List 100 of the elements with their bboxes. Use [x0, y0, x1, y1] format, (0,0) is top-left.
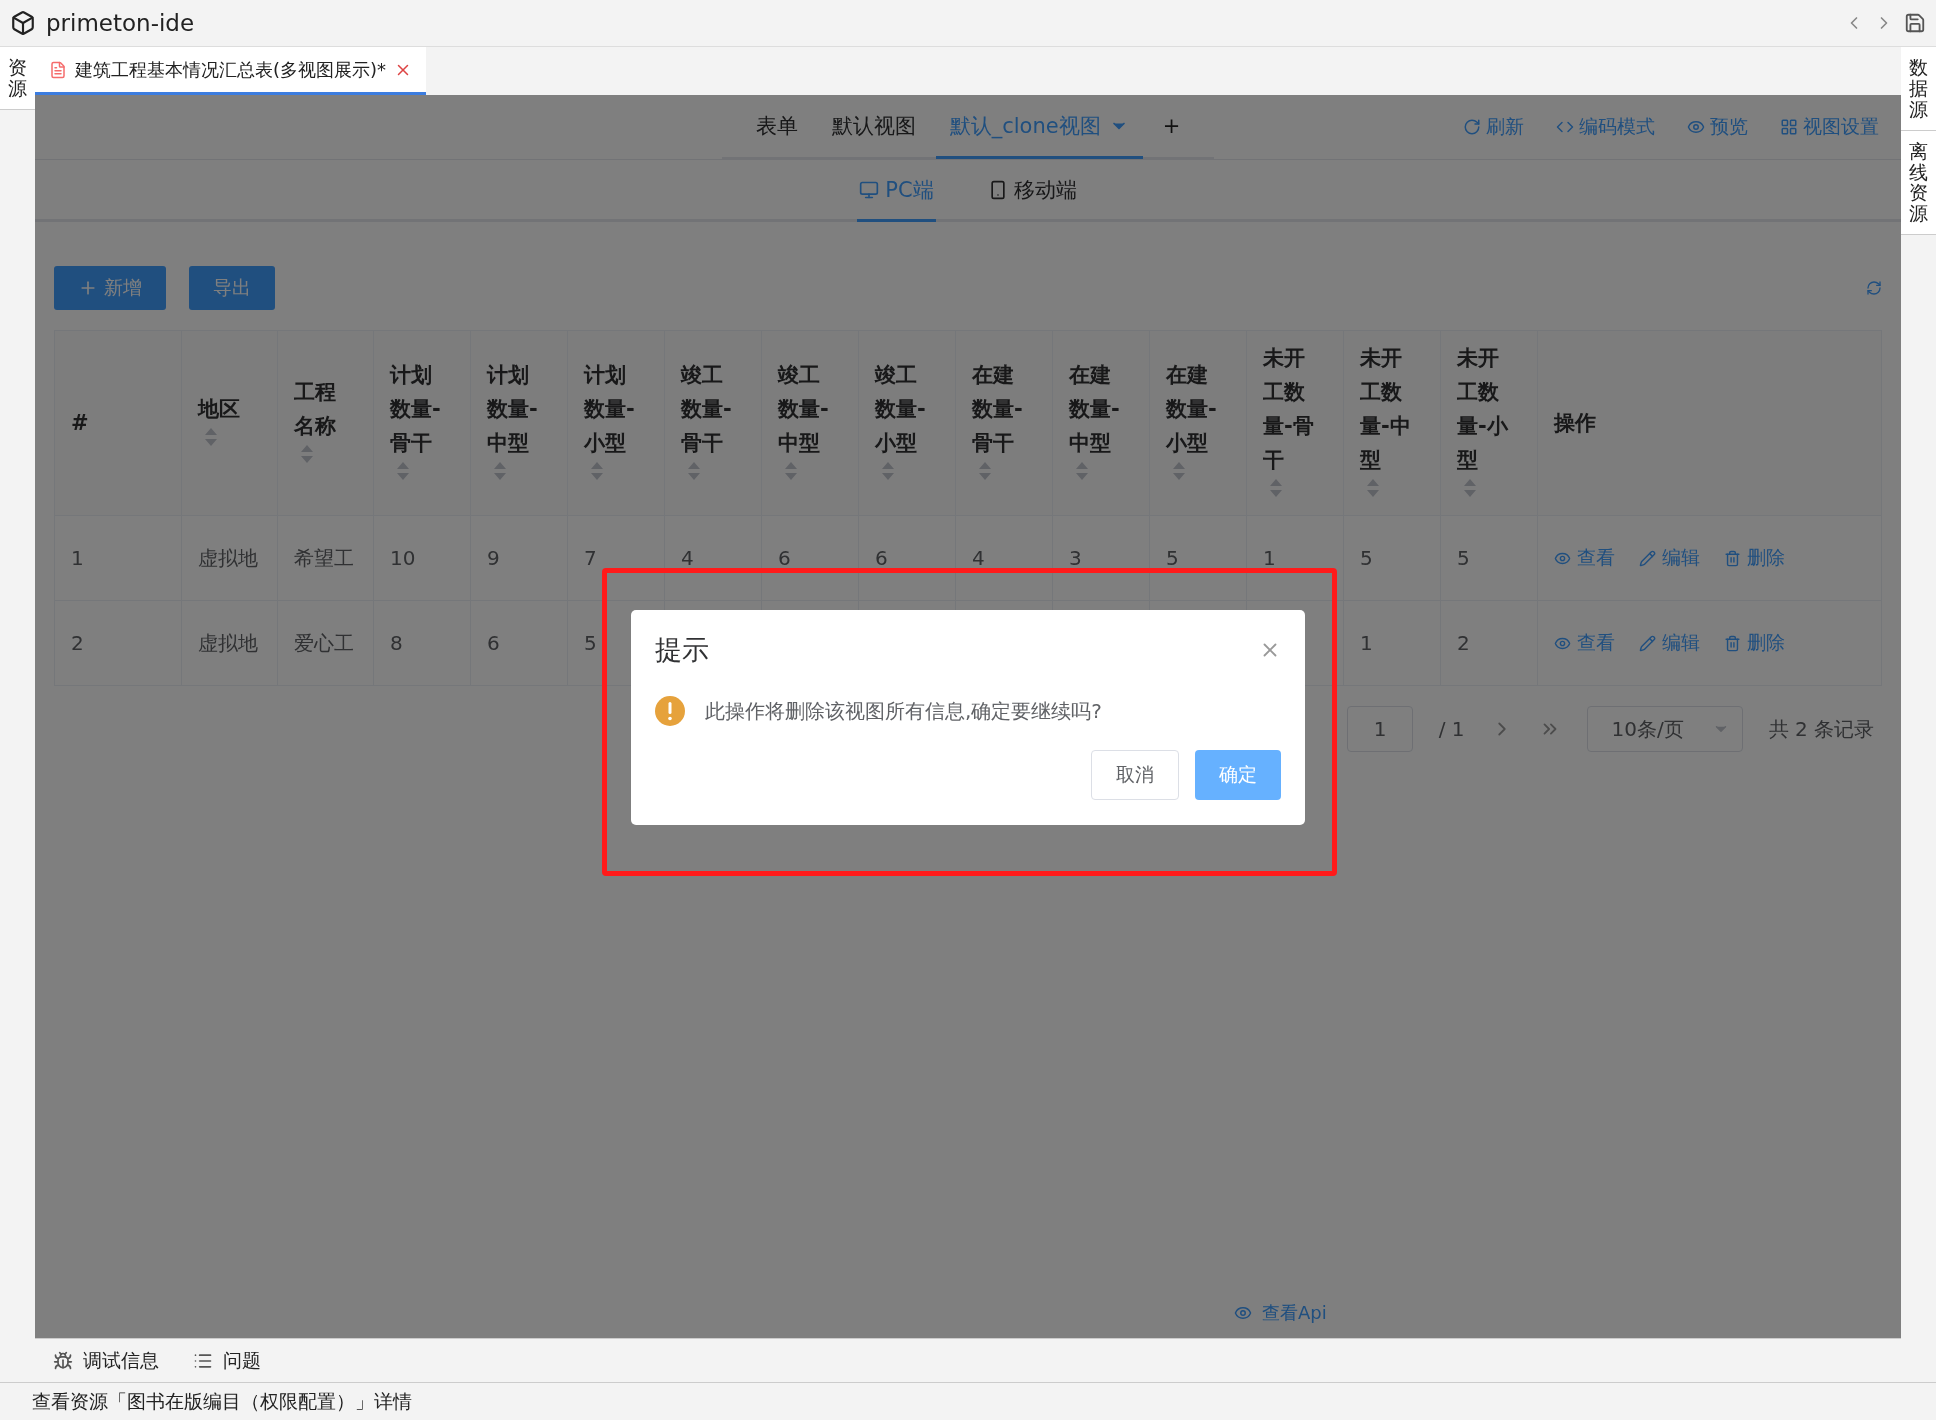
- table-cell: 5: [1360, 546, 1373, 570]
- column-header: 在建数量-中型: [1069, 362, 1121, 457]
- view-link[interactable]: 查看: [1554, 630, 1615, 656]
- page-size-select[interactable]: 10条/页: [1586, 706, 1743, 752]
- table-cell: 9: [487, 546, 500, 570]
- sort-icon[interactable]: [1366, 477, 1380, 499]
- record-total: 共 2 条记录: [1768, 715, 1874, 743]
- export-button[interactable]: 导出: [189, 266, 275, 310]
- sidebar-tab[interactable]: 数据源: [1901, 47, 1936, 131]
- view-tab[interactable]: 默认_clone视图: [935, 95, 1143, 159]
- table-cell: 爱心工: [294, 630, 354, 655]
- window-title: primeton-ide: [46, 10, 196, 36]
- column-header: 操作: [1554, 410, 1596, 437]
- page-count: / 1: [1438, 717, 1465, 741]
- page-input[interactable]: 1: [1346, 706, 1413, 752]
- edit-link[interactable]: 编辑: [1639, 630, 1700, 656]
- warning-icon: [655, 696, 685, 726]
- sort-icon[interactable]: [784, 460, 798, 482]
- toolbar-button[interactable]: 刷新: [1463, 114, 1524, 140]
- delete-link[interactable]: 删除: [1724, 545, 1785, 571]
- dialog-title: 提示: [655, 633, 709, 667]
- sort-icon[interactable]: [881, 460, 895, 482]
- table-cell: 4: [681, 546, 694, 570]
- column-header: 在建数量-小型: [1166, 362, 1218, 457]
- sort-icon[interactable]: [687, 460, 701, 482]
- table-cell: 6: [487, 631, 500, 655]
- device-tab[interactable]: 移动端: [985, 160, 1079, 222]
- column-header: 竣工数量-中型: [778, 362, 830, 457]
- bug-icon: [53, 1350, 73, 1371]
- table-cell: 虚拟地: [198, 545, 258, 570]
- delete-link[interactable]: 删除: [1724, 630, 1785, 656]
- sort-icon[interactable]: [978, 460, 992, 482]
- table-cell: 希望工: [294, 545, 354, 570]
- sort-icon[interactable]: [493, 460, 507, 482]
- table-cell: 5: [584, 631, 597, 655]
- column-header: 在建数量-骨干: [972, 362, 1024, 457]
- toolbar-button[interactable]: 编码模式: [1556, 114, 1655, 140]
- toolbar-button[interactable]: 视图设置: [1780, 114, 1879, 140]
- monitor-icon: [859, 179, 880, 200]
- table-cell: 6: [778, 546, 791, 570]
- trash-icon: [1724, 634, 1741, 652]
- app-logo-icon: [10, 10, 36, 36]
- file-icon: [49, 60, 67, 79]
- column-header: 未开工数量-骨干: [1263, 345, 1315, 474]
- column-header: 计划数量-骨干: [390, 362, 442, 457]
- cancel-button[interactable]: 取消: [1091, 750, 1179, 800]
- table-cell: 2: [1457, 631, 1470, 655]
- table-cell: 6: [875, 546, 888, 570]
- table-cell: 3: [1069, 546, 1082, 570]
- table-cell: 1: [1263, 546, 1276, 570]
- refresh-icon[interactable]: [1866, 280, 1882, 296]
- editor-tab[interactable]: 建筑工程基本情况汇总表(多视图展示)*: [35, 47, 427, 95]
- sort-icon[interactable]: [1075, 460, 1089, 482]
- column-header: 未开工数量-小型: [1457, 345, 1509, 474]
- column-header: 工程名称: [294, 379, 337, 440]
- sort-icon[interactable]: [1172, 460, 1186, 482]
- sort-icon[interactable]: [1269, 477, 1283, 499]
- refresh-icon: [1463, 118, 1481, 136]
- toolbar-button[interactable]: 预览: [1687, 114, 1748, 140]
- view-tab[interactable]: 默认视图: [817, 95, 930, 159]
- api-link[interactable]: 查看Api: [1234, 1301, 1327, 1325]
- table-cell: 5: [1166, 546, 1179, 570]
- pencil-icon: [1639, 634, 1656, 652]
- column-header: 计划数量-小型: [584, 362, 636, 457]
- eye-icon: [1234, 1304, 1252, 1322]
- add-view-tab[interactable]: +: [1148, 95, 1195, 157]
- status-bar: 查看资源「图书在版编目（权限配置）」详情: [0, 1382, 1936, 1420]
- column-header: #: [71, 410, 89, 437]
- eye-icon: [1687, 118, 1705, 136]
- table-cell: 1: [71, 546, 84, 570]
- save-icon[interactable]: [1904, 12, 1926, 34]
- table-cell: 虚拟地: [198, 630, 258, 655]
- grid-icon: [1780, 118, 1798, 136]
- sort-icon[interactable]: [1463, 477, 1477, 499]
- dialog-message: 此操作将删除该视图所有信息,确定要继续吗?: [705, 697, 1102, 725]
- pencil-icon: [1639, 549, 1656, 567]
- table-cell: 2: [71, 631, 84, 655]
- sort-icon[interactable]: [590, 460, 604, 482]
- table-cell: 4: [972, 546, 985, 570]
- sidebar-tab[interactable]: 资源: [0, 47, 35, 110]
- table-cell: 1: [1360, 631, 1373, 655]
- add-button[interactable]: 新增: [54, 266, 166, 310]
- sort-icon[interactable]: [300, 443, 314, 465]
- column-header: 竣工数量-骨干: [681, 362, 733, 457]
- sort-icon[interactable]: [396, 460, 410, 482]
- sidebar-tab[interactable]: 离线资源: [1901, 130, 1936, 236]
- device-tab[interactable]: PC端: [857, 160, 936, 222]
- column-header: 计划数量-中型: [487, 362, 539, 457]
- view-link[interactable]: 查看: [1554, 545, 1615, 571]
- column-header: 竣工数量-小型: [875, 362, 927, 457]
- table-cell: 5: [1457, 546, 1470, 570]
- edit-link[interactable]: 编辑: [1639, 545, 1700, 571]
- table-cell: 10: [390, 546, 416, 570]
- problems-tab[interactable]: 问题: [193, 1347, 261, 1374]
- confirm-button[interactable]: 确定: [1195, 750, 1281, 800]
- column-header: 地区: [198, 396, 240, 423]
- debug-tab[interactable]: 调试信息: [53, 1347, 159, 1374]
- table-cell: 7: [584, 546, 597, 570]
- view-tab[interactable]: 表单: [741, 95, 812, 159]
- sort-icon[interactable]: [204, 426, 218, 448]
